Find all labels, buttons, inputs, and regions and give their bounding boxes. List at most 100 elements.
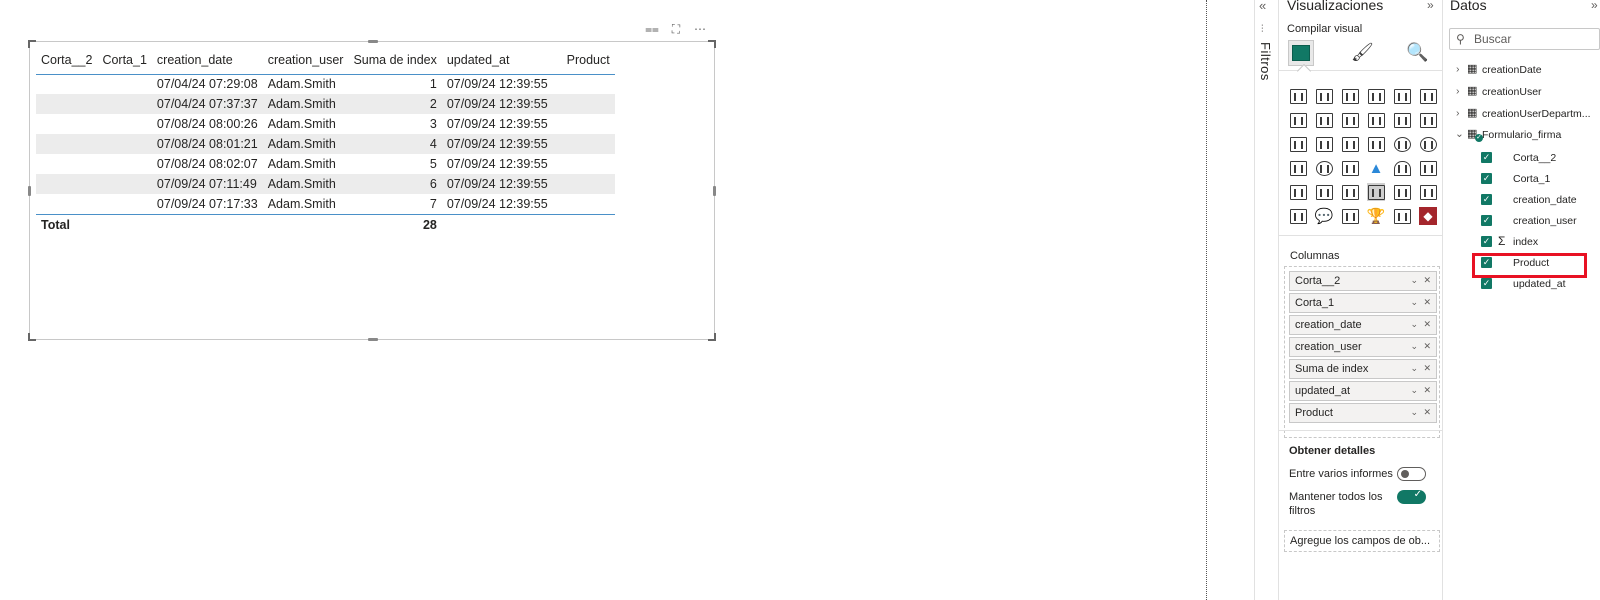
donut-chart-icon[interactable] (1419, 135, 1437, 153)
pie-chart-icon[interactable] (1393, 135, 1411, 153)
column-header-updated-at[interactable]: updated_at (441, 46, 553, 75)
power-apps-icon[interactable]: ◆ (1419, 207, 1437, 225)
map-icon[interactable] (1315, 159, 1333, 177)
field-checkbox-corta2[interactable]: ✓ (1481, 152, 1492, 163)
qna-icon[interactable]: 💬 (1315, 207, 1334, 225)
column-header-corta1[interactable]: Corta_1 (97, 46, 152, 75)
line-chart-icon[interactable] (1289, 111, 1307, 129)
stacked-area-chart-icon[interactable] (1341, 111, 1359, 129)
chevron-down-icon[interactable]: ⌄ (1410, 363, 1418, 374)
slicer-icon[interactable] (1341, 183, 1359, 201)
chevron-right-icon[interactable]: › (1456, 107, 1460, 119)
resize-handle-right[interactable] (713, 186, 716, 196)
well-item-updated-at[interactable]: updated_at ⌄ ✕ (1289, 381, 1437, 401)
remove-icon[interactable]: ✕ (1423, 363, 1431, 374)
field-corta2[interactable]: Corta__2 (1513, 152, 1556, 164)
chevron-right-icon[interactable]: » (1591, 0, 1598, 12)
stacked-bar-chart-icon[interactable] (1289, 87, 1307, 105)
column-header-product[interactable]: Product (552, 46, 615, 75)
chevron-left-icon[interactable]: « (1259, 0, 1266, 13)
data-table-creationuserdepartment[interactable]: creationUserDepartm... (1482, 108, 1591, 120)
field-checkbox-updated-at[interactable]: ✓ (1481, 278, 1492, 289)
remove-icon[interactable]: ✕ (1423, 385, 1431, 396)
area-chart-icon[interactable] (1315, 111, 1333, 129)
filled-map-icon[interactable] (1341, 159, 1359, 177)
well-item-suma-index[interactable]: Suma de index ⌄ ✕ (1289, 359, 1437, 379)
well-item-corta2[interactable]: Corta__2 ⌄ ✕ (1289, 271, 1437, 291)
resize-handle-left[interactable] (28, 186, 31, 196)
field-creation-user[interactable]: creation_user (1513, 215, 1577, 227)
100-stacked-bar-chart-icon[interactable] (1393, 87, 1411, 105)
field-corta1[interactable]: Corta_1 (1513, 173, 1550, 185)
add-drillthrough-fields-drop-zone[interactable]: Agregue los campos de ob... (1284, 530, 1440, 552)
remove-icon[interactable]: ✕ (1423, 275, 1431, 286)
field-updated-at[interactable]: updated_at (1513, 278, 1566, 290)
filters-pane-label[interactable]: Filtros (1258, 42, 1273, 81)
field-creation-date[interactable]: creation_date (1513, 194, 1577, 206)
azure-map-icon[interactable]: ▲ (1367, 159, 1385, 177)
resize-corner-top-right[interactable] (708, 40, 716, 48)
treemap-icon[interactable] (1289, 159, 1307, 177)
fields-tab[interactable] (1288, 40, 1314, 66)
chevron-down-icon[interactable]: ⌄ (1410, 297, 1418, 308)
format-brush-icon[interactable]: 🖌 (1351, 42, 1374, 63)
multi-row-card-icon[interactable] (1289, 183, 1307, 201)
filter-icon[interactable]: ⩵ (645, 22, 659, 36)
chevron-down-icon[interactable]: ⌄ (1410, 407, 1418, 418)
clustered-column-chart-icon[interactable] (1367, 87, 1385, 105)
scatter-chart-icon[interactable] (1367, 135, 1385, 153)
line-clustered-column-chart-icon[interactable] (1419, 111, 1437, 129)
decomposition-tree-icon[interactable] (1289, 207, 1307, 225)
data-table-formulario-firma[interactable]: Formulario_firma (1482, 129, 1561, 141)
column-header-suma-index[interactable]: Suma de index (348, 46, 442, 75)
card-icon[interactable] (1419, 159, 1437, 177)
focus-mode-icon[interactable]: ⛶ (669, 22, 683, 36)
narrative-icon[interactable] (1341, 207, 1359, 225)
line-column-chart-icon[interactable] (1393, 111, 1411, 129)
remove-icon[interactable]: ✕ (1423, 319, 1431, 330)
table-visual[interactable]: Corta__2 Corta_1 creation_date creation_… (28, 40, 716, 341)
paginated-report-icon[interactable] (1393, 207, 1411, 225)
data-table-creationdate[interactable]: creationDate (1482, 64, 1542, 76)
resize-handle-top[interactable] (368, 40, 378, 43)
chevron-down-icon[interactable]: ⌄ (1455, 128, 1464, 140)
100-stacked-area-chart-icon[interactable] (1367, 111, 1385, 129)
resize-handle-bottom[interactable] (368, 338, 378, 341)
ribbon-chart-icon[interactable] (1289, 135, 1307, 153)
field-checkbox-index[interactable]: ✓ (1481, 236, 1492, 247)
key-influencers-icon[interactable] (1419, 183, 1437, 201)
chevron-down-icon[interactable]: ⌄ (1410, 341, 1418, 352)
field-checkbox-creation-date[interactable]: ✓ (1481, 194, 1492, 205)
analytics-magnifier-icon[interactable]: 🔍 (1406, 42, 1428, 63)
remove-icon[interactable]: ✕ (1423, 297, 1431, 308)
clustered-bar-chart-icon[interactable] (1341, 87, 1359, 105)
well-item-creation-user[interactable]: creation_user ⌄ ✕ (1289, 337, 1437, 357)
filters-pane-collapsed[interactable]: « ⫶ (1254, 0, 1278, 600)
well-item-corta1[interactable]: Corta_1 ⌄ ✕ (1289, 293, 1437, 313)
funnel-chart-icon[interactable] (1341, 135, 1359, 153)
more-options-icon[interactable]: ⋯ (693, 22, 707, 36)
resize-corner-bottom-right[interactable] (708, 333, 716, 341)
goals-trophy-icon[interactable]: 🏆 (1367, 207, 1386, 225)
stacked-column-chart-icon[interactable] (1315, 87, 1333, 105)
chevron-down-icon[interactable]: ⌄ (1410, 319, 1418, 330)
100-stacked-column-chart-icon[interactable] (1419, 87, 1437, 105)
gauge-icon[interactable] (1393, 159, 1411, 177)
well-item-creation-date[interactable]: creation_date ⌄ ✕ (1289, 315, 1437, 335)
cross-report-toggle[interactable] (1397, 467, 1426, 481)
matrix-icon[interactable] (1393, 183, 1411, 201)
well-item-product[interactable]: Product ⌄ ✕ (1289, 403, 1437, 423)
chevron-right-icon[interactable]: › (1456, 85, 1460, 97)
chevron-right-icon[interactable]: › (1456, 63, 1460, 75)
chevron-right-icon[interactable]: » (1427, 0, 1434, 12)
resize-corner-bottom-left[interactable] (28, 333, 36, 341)
field-checkbox-corta1[interactable]: ✓ (1481, 173, 1492, 184)
keep-all-filters-toggle[interactable] (1397, 489, 1426, 504)
column-header-corta2[interactable]: Corta__2 (36, 46, 98, 75)
data-table-creationuser[interactable]: creationUser (1482, 86, 1542, 98)
waterfall-chart-icon[interactable] (1315, 135, 1333, 153)
remove-icon[interactable]: ✕ (1423, 341, 1431, 352)
chevron-down-icon[interactable]: ⌄ (1410, 385, 1418, 396)
kpi-icon[interactable] (1315, 183, 1333, 201)
field-index[interactable]: index (1513, 236, 1538, 248)
